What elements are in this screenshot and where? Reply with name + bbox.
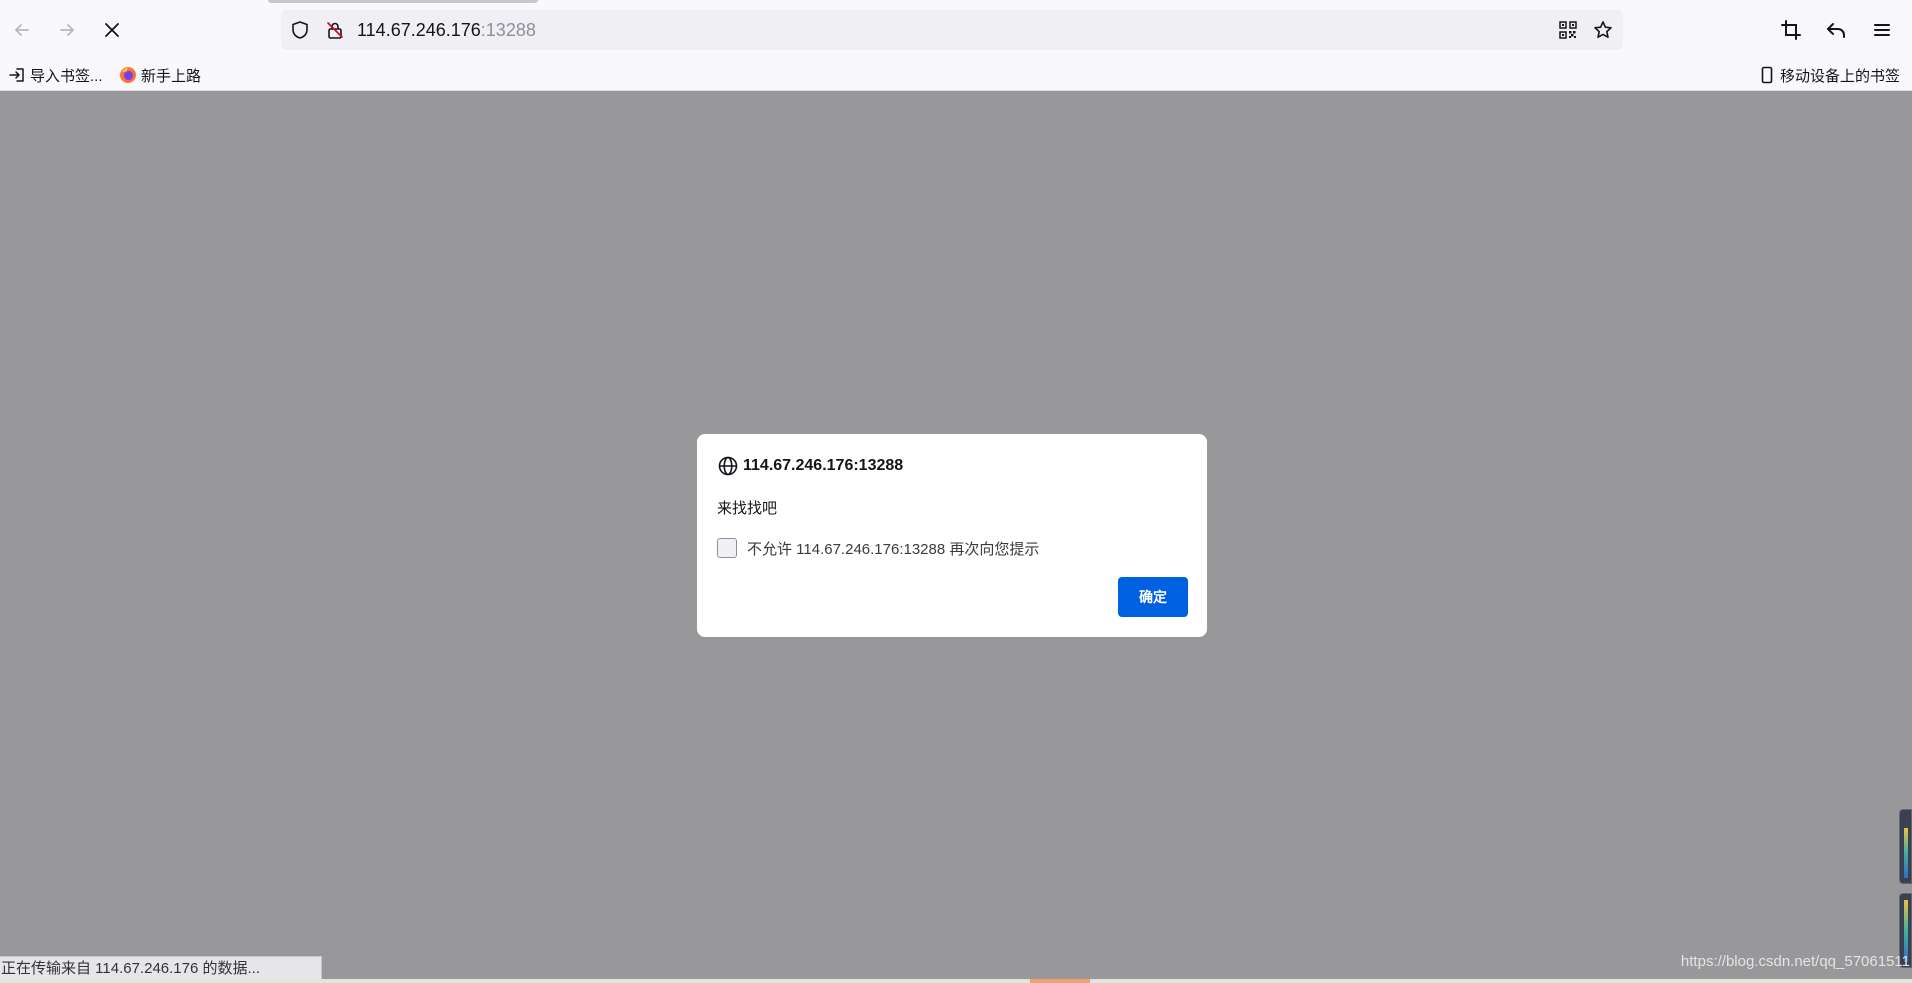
mobile-device-icon <box>1761 66 1773 84</box>
arrow-right-icon <box>60 24 74 36</box>
close-icon <box>105 23 119 37</box>
shield-icon[interactable] <box>290 20 310 40</box>
back-button[interactable] <box>6 14 38 46</box>
undo-button[interactable] <box>1822 16 1850 44</box>
menu-icon <box>1874 24 1890 36</box>
lock-warning-icon[interactable] <box>325 20 345 40</box>
import-bookmarks-item[interactable]: 导入书签... <box>8 60 103 90</box>
forward-button[interactable] <box>51 14 83 46</box>
meter-bar <box>1904 828 1908 878</box>
dialog-header: 114.67.246.176:13288 <box>717 454 903 478</box>
qr-code-icon[interactable] <box>1558 20 1578 40</box>
import-bookmarks-label: 导入书签... <box>30 67 103 85</box>
browser-toolbar: 114.67.246.176:13288 <box>0 0 1912 60</box>
mobile-bookmarks-item[interactable]: 移动设备上的书签 <box>1758 60 1900 90</box>
url-host: 114.67.246.176 <box>357 20 481 40</box>
getting-started-label: 新手上路 <box>141 67 202 85</box>
crop-icon <box>1781 20 1801 40</box>
mobile-bookmarks-label: 移动设备上的书签 <box>1780 67 1901 85</box>
stop-button[interactable] <box>96 14 128 46</box>
bookmarks-toolbar: 导入书签... 新手上路 移动设备上的书签 <box>0 60 1912 91</box>
getting-started-item[interactable]: 新手上路 <box>119 60 201 90</box>
firefox-icon <box>120 67 136 83</box>
star-icon[interactable] <box>1593 20 1613 40</box>
status-bar: 正在传输来自 114.67.246.176 的数据... <box>0 956 322 981</box>
globe-icon <box>718 456 738 476</box>
screenshot-button[interactable] <box>1777 16 1805 44</box>
dont-allow-again-label[interactable]: 不允许 114.67.246.176:13288 再次向您提示 <box>747 538 1039 559</box>
dialog-message: 来找找吧 <box>717 500 778 517</box>
dont-allow-again-checkbox[interactable] <box>717 538 737 558</box>
url-bar[interactable]: 114.67.246.176:13288 <box>281 10 1623 50</box>
url-text[interactable]: 114.67.246.176:13288 <box>357 10 536 50</box>
taskbar-accent <box>1030 979 1090 983</box>
tab-strip-edge <box>268 0 538 3</box>
watermark-text: https://blog.csdn.net/qq_57061511 <box>1680 953 1910 970</box>
import-icon <box>9 68 24 82</box>
side-widget-top[interactable] <box>1899 809 1912 884</box>
app-menu-button[interactable] <box>1868 16 1896 44</box>
alert-dialog: 114.67.246.176:13288 来找找吧 不允许 114.67.246… <box>697 434 1207 637</box>
arrow-left-icon <box>15 24 29 36</box>
ok-button[interactable]: 确定 <box>1118 577 1188 617</box>
url-port: :13288 <box>480 20 536 40</box>
undo-icon <box>1827 23 1845 38</box>
dialog-title: 114.67.246.176:13288 <box>743 457 904 474</box>
taskbar-edge <box>0 979 1912 983</box>
dont-allow-again-option[interactable]: 不允许 114.67.246.176:13288 再次向您提示 <box>717 537 1039 559</box>
